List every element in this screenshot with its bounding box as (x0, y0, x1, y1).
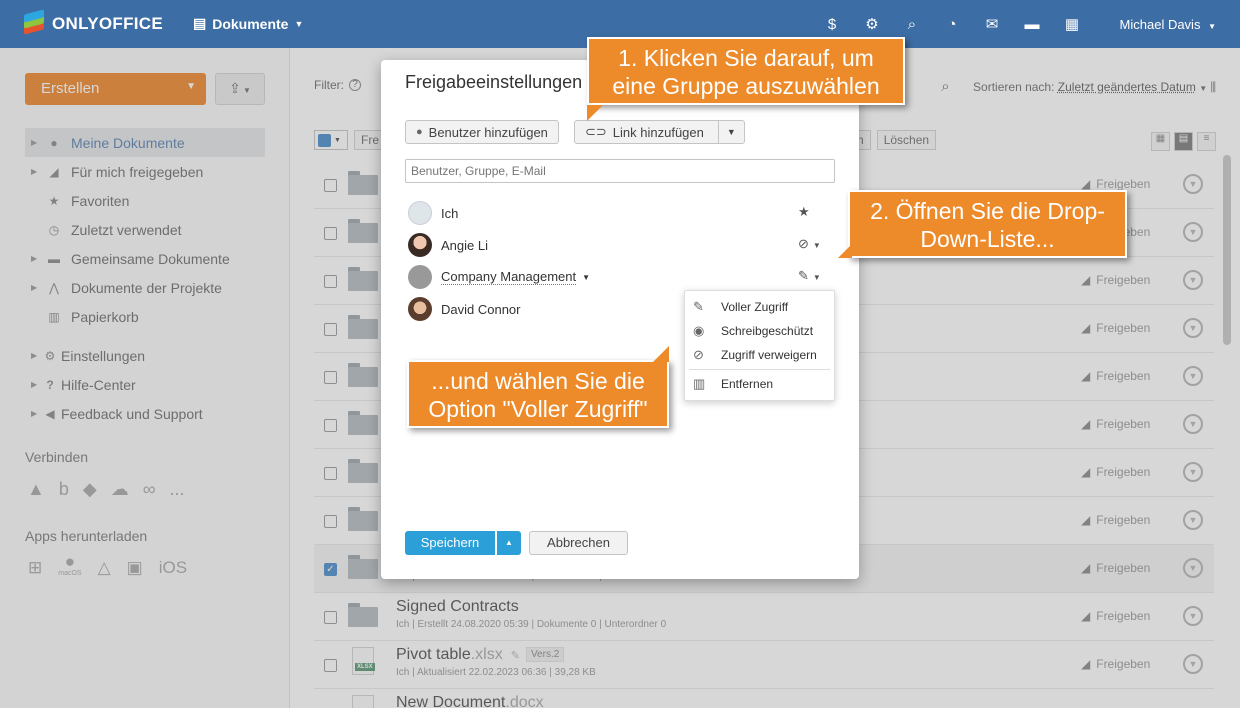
callout-step-1: 1. Klicken Sie darauf, um eine Gruppe au… (587, 37, 905, 121)
chevron-down-icon[interactable]: ▼ (582, 273, 590, 282)
logo-icon (22, 9, 46, 36)
callout-step-3: ...und wählen Sie die Option "Voller Zug… (407, 346, 669, 428)
scrollbar[interactable] (1223, 155, 1231, 345)
member-row: Company Management ▼ ✎ ▼ (408, 264, 838, 290)
group-avatar (408, 265, 432, 289)
save-button[interactable]: Speichern (405, 531, 495, 555)
menu-item-full-access[interactable]: ✎ Voller Zugriff (685, 295, 834, 319)
eye-slash-icon: ⊘ (798, 236, 809, 251)
member-name[interactable]: Company Management (441, 269, 577, 285)
document-icon: ▤ (193, 15, 207, 31)
logo[interactable]: ONLYOFFICE (22, 9, 163, 36)
feed-icon[interactable]: ◔ (942, 14, 962, 34)
payments-icon[interactable]: $ (822, 14, 842, 34)
dialog-title: Freigabeeinstellungen (405, 72, 583, 92)
user-name: Michael Davis (1119, 17, 1201, 32)
trash-icon: ▥ (693, 376, 706, 391)
gear-icon[interactable]: ⚙ (862, 14, 882, 34)
access-selector[interactable]: ⊘ ▼ (798, 236, 821, 252)
pencil-icon: ✎ (798, 268, 809, 283)
module-switcher[interactable]: ▤ Dokumente ▼ (193, 15, 303, 32)
chat-icon[interactable]: ▬ (1022, 14, 1042, 34)
callout-step-2: 2. Öffnen Sie die Drop- Down-Liste... (838, 190, 1127, 258)
link-icon: ⊂⊃ (585, 124, 607, 139)
add-users-button[interactable]: ● Benutzer hinzufügen (405, 120, 559, 144)
eye-slash-icon: ⊘ (693, 347, 704, 362)
avatar (408, 297, 432, 321)
member-row: Angie Li ⊘ ▼ (408, 232, 838, 258)
add-users-label: Benutzer hinzufügen (428, 124, 548, 140)
chevron-down-icon[interactable]: ▼ (717, 121, 744, 143)
avatar (408, 233, 432, 257)
member-name: David Connor (441, 301, 521, 317)
star-icon: ★ (798, 204, 810, 219)
user-icon: ● (416, 126, 423, 138)
access-selector[interactable]: ✎ ▼ (798, 268, 821, 284)
user-search-input[interactable] (405, 159, 835, 183)
avatar (408, 201, 432, 225)
member-row: Ich ★ (408, 200, 838, 226)
eye-icon: ◉ (693, 323, 705, 338)
menu-item-read-only[interactable]: ◉ Schreibgeschützt (685, 319, 834, 343)
pencil-icon: ✎ (693, 299, 704, 314)
add-link-button[interactable]: ⊂⊃ Link hinzufügen ▼ (574, 120, 745, 144)
search-icon[interactable]: ⌕ (902, 14, 922, 34)
save-options-button[interactable]: ▲ (497, 531, 521, 555)
cancel-button[interactable]: Abbrechen (529, 531, 628, 555)
member-name: Ich (441, 205, 459, 221)
menu-item-remove[interactable]: ▥ Entfernen (685, 372, 834, 396)
chevron-down-icon: ▼ (294, 18, 304, 29)
user-menu[interactable]: Michael Davis ▼ (1120, 17, 1216, 32)
add-link-label: Link hinzufügen (612, 124, 704, 140)
menu-divider (689, 369, 830, 370)
mail-icon[interactable]: ✉ (982, 14, 1002, 34)
brand-name: ONLYOFFICE (52, 14, 163, 33)
chevron-down-icon: ▼ (1208, 22, 1216, 31)
menu-item-deny-access[interactable]: ⊘ Zugriff verweigern (685, 343, 834, 367)
calendar-icon[interactable]: ▦ (1062, 14, 1082, 34)
access-dropdown-menu: ✎ Voller Zugriff ◉ Schreibgeschützt ⊘ Zugri… (684, 290, 835, 401)
member-name: Angie Li (441, 237, 488, 253)
module-label: Dokumente (212, 15, 289, 32)
